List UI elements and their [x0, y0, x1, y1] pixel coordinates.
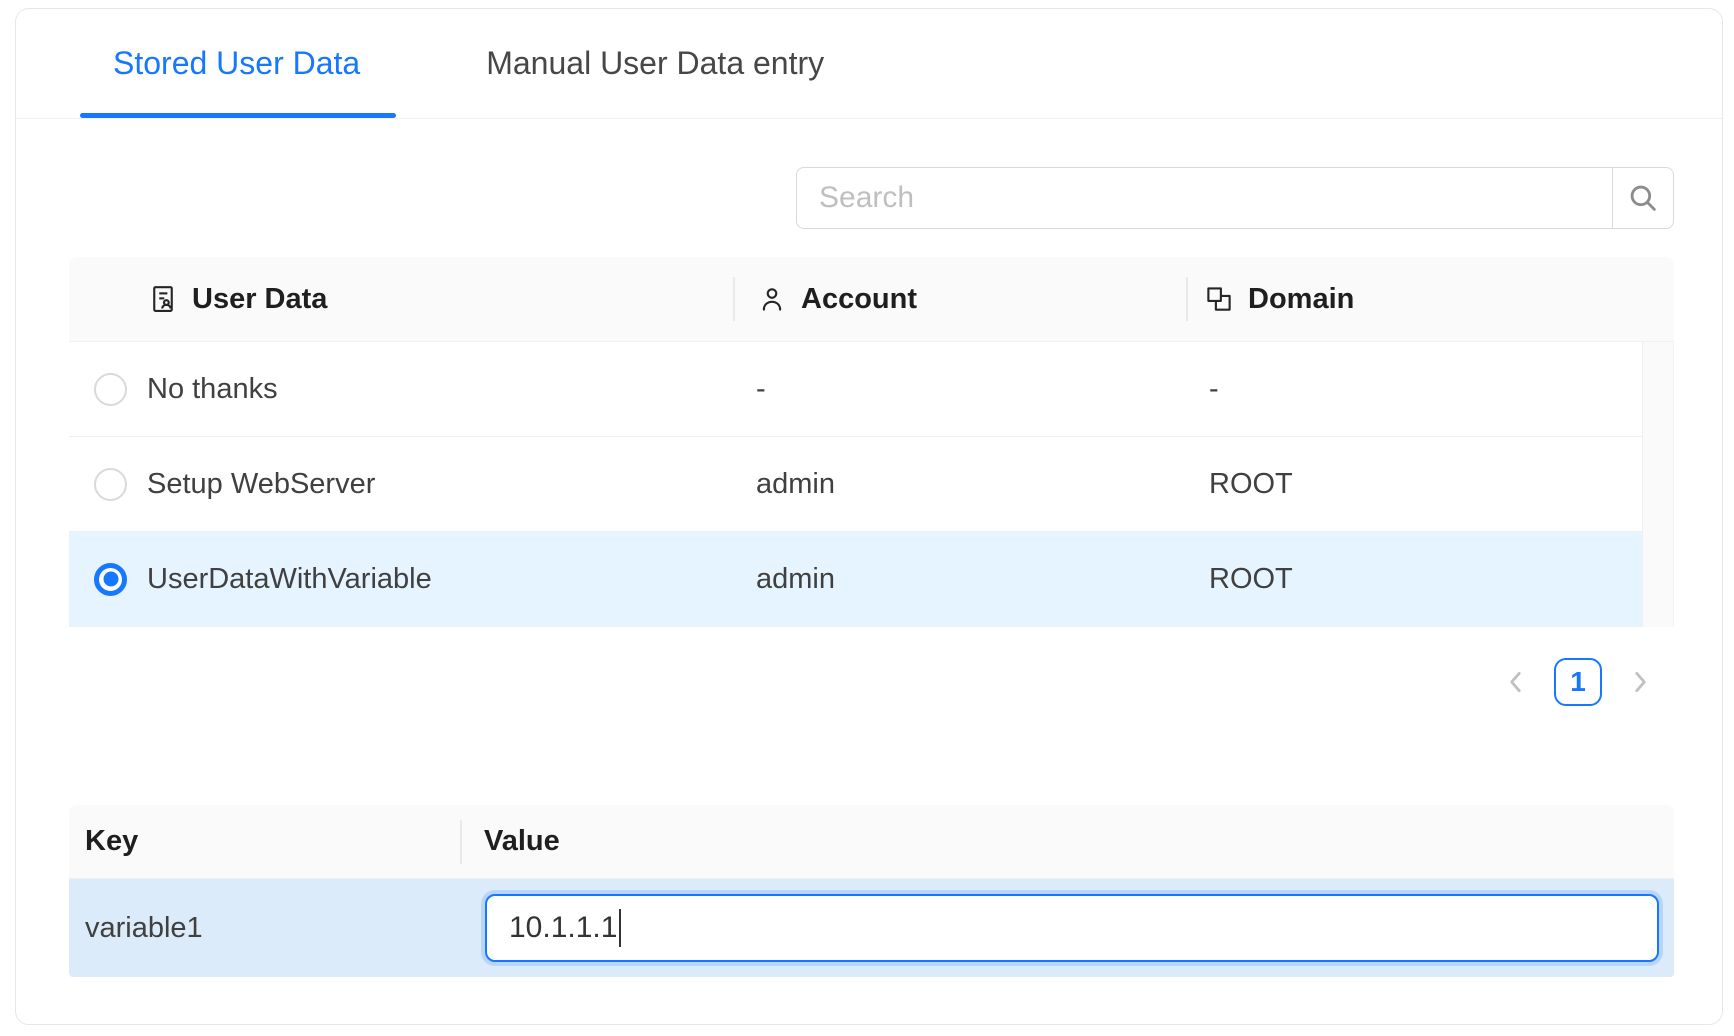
magnifier-icon — [1626, 181, 1660, 215]
column-label: User Data — [192, 283, 327, 316]
variable-value-text: 10.1.1.1 — [509, 911, 617, 945]
profile-card-icon — [148, 284, 178, 314]
chevron-right-icon — [1627, 669, 1653, 695]
table-row-setup-webserver[interactable]: Setup WebServer admin ROOT — [69, 437, 1674, 532]
column-header-value: Value — [460, 805, 1674, 878]
active-tab-indicator — [80, 113, 396, 118]
user-data-cell: No thanks — [147, 373, 278, 406]
variable-key-label: variable1 — [69, 912, 460, 945]
table-row-userdatawithvariable[interactable]: UserDataWithVariable admin ROOT — [69, 532, 1674, 627]
text-cursor — [619, 909, 621, 947]
domain-cell: ROOT — [1186, 563, 1644, 596]
search-group — [796, 167, 1674, 229]
domain-cell: - — [1186, 373, 1644, 406]
domain-cell: ROOT — [1186, 468, 1644, 501]
tab-stored-user-data[interactable]: Stored User Data — [80, 9, 393, 118]
blocks-icon — [1204, 284, 1234, 314]
user-data-cell: Setup WebServer — [147, 468, 375, 501]
kv-table-header: Key Value — [69, 805, 1674, 879]
user-data-panel: Stored User Data Manual User Data entry — [15, 8, 1723, 1025]
radio-setup-webserver[interactable] — [94, 468, 127, 501]
column-label: Account — [801, 283, 917, 316]
table-scrollbar-track[interactable] — [1642, 342, 1674, 627]
variable-value-input[interactable]: 10.1.1.1 — [485, 894, 1659, 962]
tab-content: User Data Account — [16, 167, 1722, 977]
pagination-next-button[interactable] — [1620, 658, 1660, 706]
pagination-page-1[interactable]: 1 — [1554, 658, 1602, 706]
column-label: Domain — [1248, 283, 1354, 316]
table-body: No thanks - - Setup WebServer admin ROOT — [69, 342, 1674, 627]
account-cell: admin — [733, 563, 1186, 596]
column-header-account: Account — [733, 257, 1186, 341]
user-data-cell: UserDataWithVariable — [147, 563, 432, 596]
tab-label: Manual User Data entry — [486, 45, 824, 82]
pagination: 1 — [69, 658, 1674, 706]
table-row-no-thanks[interactable]: No thanks - - — [69, 342, 1674, 437]
account-cell: admin — [733, 468, 1186, 501]
search-button[interactable] — [1612, 167, 1674, 229]
kv-table-row: variable1 10.1.1.1 — [69, 879, 1674, 977]
tab-manual-user-data-entry[interactable]: Manual User Data entry — [453, 9, 857, 118]
pagination-prev-button[interactable] — [1496, 658, 1536, 706]
tab-label: Stored User Data — [113, 45, 360, 82]
search-row — [69, 167, 1674, 229]
radio-no-thanks[interactable] — [94, 373, 127, 406]
user-data-table: User Data Account — [69, 257, 1674, 627]
key-value-table: Key Value variable1 10.1.1.1 — [69, 805, 1674, 977]
user-icon — [757, 284, 787, 314]
column-header-key: Key — [69, 805, 460, 878]
tab-bar: Stored User Data Manual User Data entry — [16, 9, 1722, 119]
column-header-domain: Domain — [1186, 257, 1674, 341]
search-input[interactable] — [796, 167, 1612, 229]
radio-userdatawithvariable[interactable] — [94, 563, 127, 596]
chevron-left-icon — [1503, 669, 1529, 695]
column-header-user-data: User Data — [69, 257, 733, 341]
account-cell: - — [733, 373, 1186, 406]
table-header: User Data Account — [69, 257, 1674, 342]
